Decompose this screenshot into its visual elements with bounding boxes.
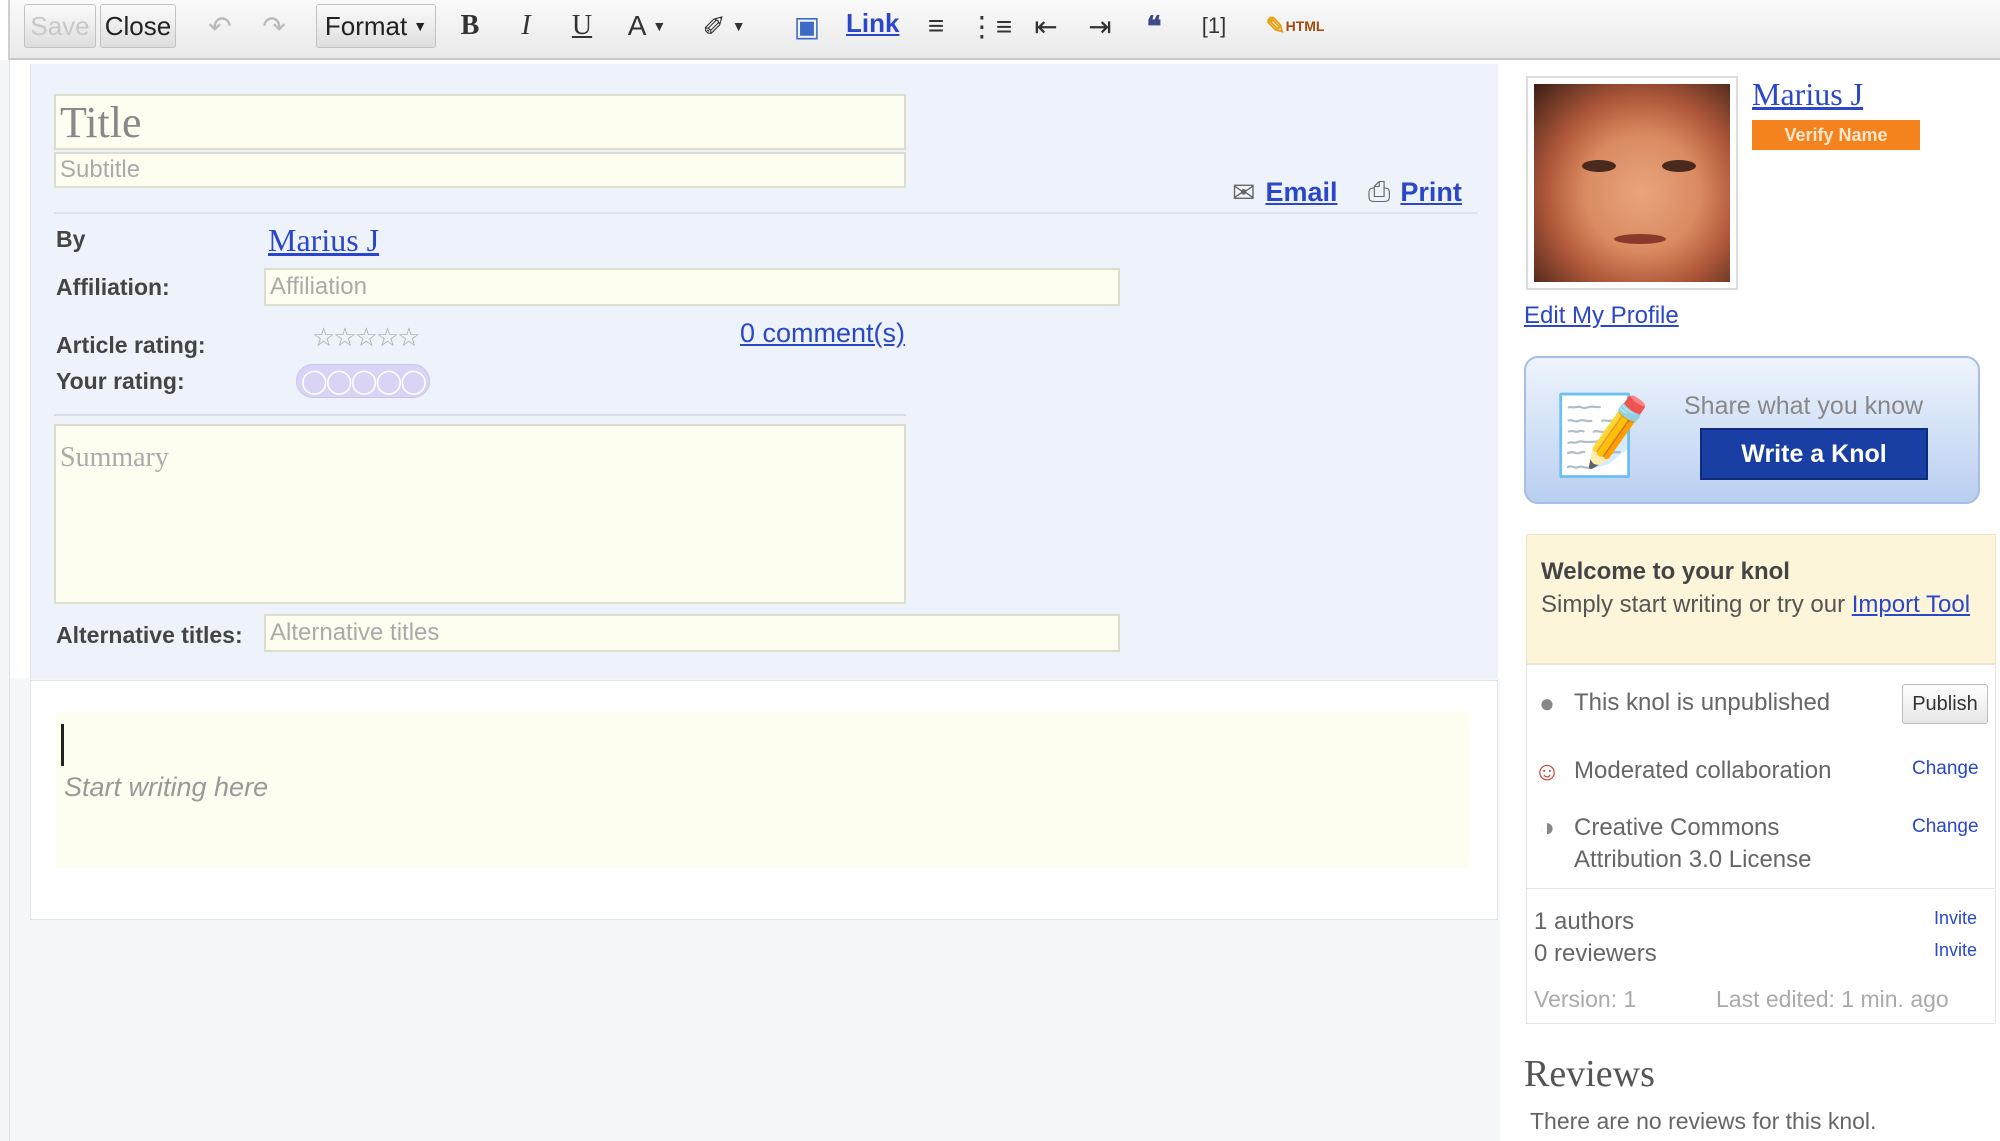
body-placeholder: Start writing here [64,772,269,802]
italic-button[interactable]: I [510,6,542,46]
alt-titles-label: Alternative titles: [56,622,243,648]
save-button[interactable]: Save [24,4,96,48]
affiliation-input[interactable]: Affiliation [264,268,1120,306]
unpublished-icon: ● [1539,687,1555,718]
collaboration-icon: ☺ [1533,755,1561,786]
header-divider [54,212,1478,214]
reviews-text: There are no reviews for this knol. [1530,1108,1877,1134]
invite-reviewers-link[interactable]: Invite [1934,940,1977,961]
text-color-label: A [627,10,647,41]
format-dropdown[interactable]: Format ▼ [316,4,436,48]
summary-input[interactable]: Summary [54,424,906,604]
article-rating-label: Article rating: [56,332,206,358]
email-label: Email [1265,177,1338,207]
print-link[interactable]: ⎙ Print [1368,176,1462,209]
version-text: Version: 1 [1534,986,1637,1012]
numbered-list-icon[interactable]: ≡ [918,6,954,46]
pencil-icon: ✎ [1265,12,1286,40]
unpublished-text: This knol is unpublished [1574,689,1831,716]
publish-button[interactable]: Publish [1902,684,1988,724]
unpublished-row: ● This knol is unpublished [1532,688,1830,718]
body-editor[interactable] [56,712,1470,868]
editor-toolbar: Save Close ↶ ↷ Format ▼ B I U A ▼ ✐ ▼ ▣ Lin… [8,0,2000,60]
link-button[interactable]: Link [846,8,899,39]
html-pencil-icon[interactable]: ✎ HTML [1260,6,1330,46]
bulleted-list-icon[interactable]: ⋮≡ [968,6,1012,46]
alt-titles-input[interactable]: Alternative titles [264,614,1120,652]
license-text: Creative Commons Attribution 3.0 License [1574,812,1811,876]
license-line2: Attribution 3.0 License [1574,846,1812,873]
your-rating-stars[interactable]: ◯◯◯◯◯ [296,364,430,398]
format-label: Format [324,10,408,41]
import-tool-link[interactable]: Import Tool [1852,591,1970,618]
edit-profile-link[interactable]: Edit My Profile [1524,302,1679,330]
printer-icon: ⎙ [1368,176,1391,207]
license-row: ◑ Creative Commons Attribution 3.0 Licen… [1532,812,1811,876]
your-rating-label: Your rating: [56,368,185,394]
print-label: Print [1400,177,1462,207]
comments-link[interactable]: 0 comment(s) [740,318,905,349]
welcome-title: Welcome to your knol [1541,558,1790,585]
avatar-mouth [1614,234,1666,244]
left-edge [0,60,10,1141]
title-input[interactable]: Title [54,94,906,150]
collaboration-text: Moderated collaboration [1574,757,1832,784]
text-cursor [61,724,64,766]
welcome-text: Simply start writing or try our [1541,591,1846,618]
text-color-icon[interactable]: A ▼ [620,6,674,46]
avatar-eye-right [1662,160,1696,172]
avatar[interactable] [1526,76,1738,290]
reviews-heading: Reviews [1524,1053,1655,1095]
authors-count: 1 authors [1534,908,1635,935]
verify-name-badge[interactable]: Verify Name [1752,120,1920,150]
bold-button[interactable]: B [454,6,486,46]
underline-button[interactable]: U [566,6,598,46]
avatar-eye-left [1582,160,1616,172]
envelope-icon: ✉ [1232,177,1256,208]
footnote-button[interactable]: [1] [1192,6,1236,46]
indent-less-icon[interactable]: ⇤ [1028,6,1064,46]
close-button[interactable]: Close [100,4,176,48]
document-pencil-icon: 📝 [1553,391,1651,479]
license-line1: Creative Commons [1574,814,1780,841]
profile-name-link[interactable]: Marius J [1752,76,1863,113]
change-license-link[interactable]: Change [1912,816,1979,838]
chevron-down-icon: ▼ [652,18,667,34]
image-icon[interactable]: ▣ [790,6,824,46]
collaboration-row: ☺ Moderated collaboration [1532,756,1832,786]
summary-divider [54,414,906,418]
change-collaboration-link[interactable]: Change [1912,758,1979,780]
article-rating-stars: ☆☆☆☆☆ [312,322,421,352]
avatar-photo [1534,84,1730,282]
html-label: HTML [1285,18,1325,34]
status-divider [1526,888,1996,889]
indent-more-icon[interactable]: ⇥ [1082,6,1118,46]
share-text: Share what you know [1684,392,1924,420]
write-knol-button[interactable]: Write a Knol [1700,428,1928,480]
invite-authors-link[interactable]: Invite [1934,908,1977,929]
reviewers-count: 0 reviewers [1534,940,1657,967]
email-link[interactable]: ✉ Email [1232,176,1338,209]
quote-icon[interactable]: ❝ [1136,6,1172,46]
by-label: By [56,226,86,252]
highlight-icon[interactable]: ✐ ▼ [696,6,752,46]
affiliation-label: Affiliation: [56,274,170,300]
welcome-box: Welcome to your knol Simply start writin… [1526,534,1996,664]
chevron-down-icon: ▼ [413,18,428,34]
subtitle-input[interactable]: Subtitle [54,152,906,188]
redo-icon[interactable]: ↷ [254,6,294,46]
creative-commons-icon: ◑ [1539,811,1555,842]
author-link[interactable]: Marius J [268,222,379,259]
chevron-down-icon: ▼ [731,18,746,34]
last-edited-text: Last edited: 1 min. ago [1716,986,1949,1012]
undo-icon[interactable]: ↶ [200,6,240,46]
